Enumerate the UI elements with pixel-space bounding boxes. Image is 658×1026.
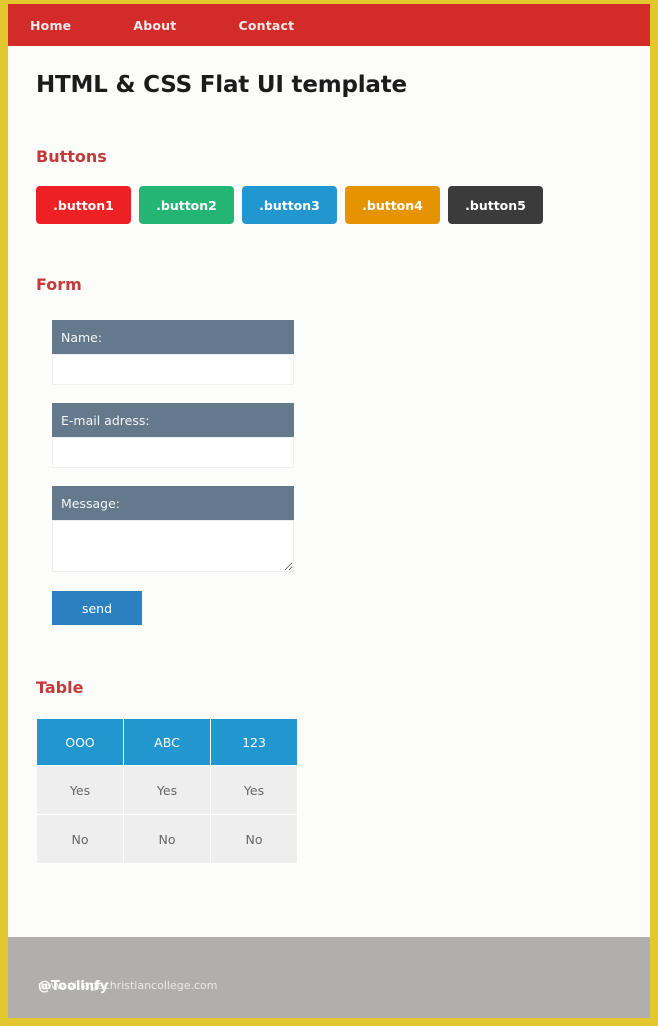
table-row: Yes Yes Yes [37, 766, 297, 814]
page-title: HTML & CSS Flat UI template [36, 72, 407, 98]
table-head: OOO ABC 123 [37, 719, 297, 765]
field-spacer-2 [52, 468, 622, 486]
send-button[interactable]: send [52, 591, 142, 625]
section-heading-table: Table [36, 678, 84, 697]
button-row: .button1 .button2 .button3 .button4 .but… [36, 186, 622, 224]
table-cell: Yes [37, 766, 123, 814]
table-header-cell-1: OOO [37, 719, 123, 765]
section-heading-form: Form [36, 275, 82, 294]
footer: www.villagechristiancollege.com @Toolinf… [8, 937, 650, 1018]
nav-item-contact[interactable]: Contact [238, 18, 294, 33]
flat-button-4[interactable]: .button4 [345, 186, 440, 224]
message-textarea[interactable] [52, 520, 294, 572]
field-spacer-1 [52, 385, 622, 403]
contact-form: Name: E-mail adress: Message: send [36, 320, 622, 625]
main-content: HTML & CSS Flat UI template Buttons .but… [8, 72, 650, 864]
table-header-row: OOO ABC 123 [37, 719, 297, 765]
table-cell: Yes [211, 766, 297, 814]
name-input[interactable] [52, 354, 294, 385]
nav-item-about[interactable]: About [133, 18, 176, 33]
table-body: Yes Yes Yes No No No [37, 766, 297, 863]
flat-button-2[interactable]: .button2 [139, 186, 234, 224]
name-label: Name: [52, 320, 294, 354]
footer-watermark: @Toolinfy [38, 979, 109, 994]
table-cell: No [124, 815, 210, 863]
table-row: No No No [37, 815, 297, 863]
table-header-cell-2: ABC [124, 719, 210, 765]
email-input[interactable] [52, 437, 294, 468]
table-cell: Yes [124, 766, 210, 814]
flat-button-1[interactable]: .button1 [36, 186, 131, 224]
nav-item-home[interactable]: Home [30, 18, 71, 33]
flat-button-3[interactable]: .button3 [242, 186, 337, 224]
table-cell: No [211, 815, 297, 863]
page-frame: Home About Contact HTML & CSS Flat UI te… [8, 4, 650, 1018]
table-header-cell-3: 123 [211, 719, 297, 765]
data-table: OOO ABC 123 Yes Yes Yes No No No [36, 718, 298, 864]
navbar: Home About Contact [8, 4, 650, 46]
email-label: E-mail adress: [52, 403, 294, 437]
message-label: Message: [52, 486, 294, 520]
table-cell: No [37, 815, 123, 863]
section-heading-buttons: Buttons [36, 147, 107, 166]
flat-button-5[interactable]: .button5 [448, 186, 543, 224]
